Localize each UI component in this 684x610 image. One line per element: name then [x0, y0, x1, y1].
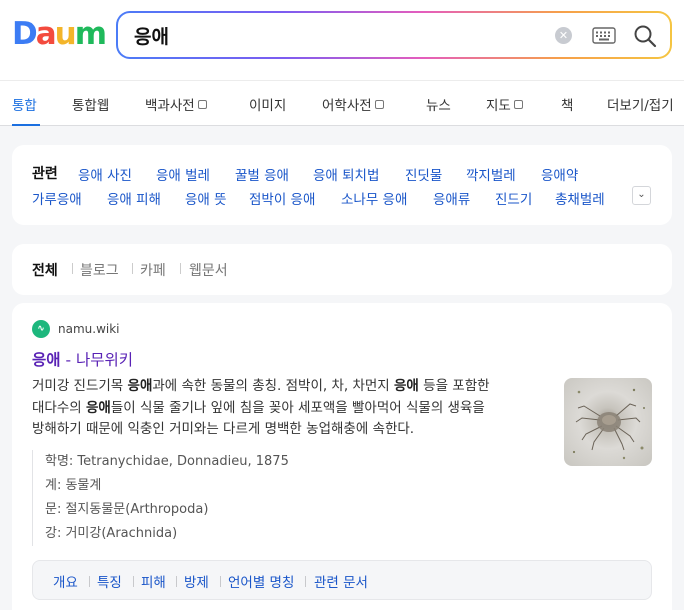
related-link[interactable]: 점박이 응애: [249, 188, 315, 208]
related-link[interactable]: 응애 뜻: [185, 188, 227, 208]
result-filter-card: 전체 블로그 카페 웹문서: [12, 244, 672, 295]
related-link[interactable]: 진드기: [495, 188, 532, 208]
related-link[interactable]: 총채벌레: [555, 188, 605, 208]
section-link-overview[interactable]: 개요: [53, 571, 78, 591]
result-thumbnail[interactable]: [564, 378, 652, 466]
divider: [89, 576, 90, 587]
search-result-card: ∿ namu.wiki 응애 - 나무위키 거미강 진드기목 응애과에 속한 동…: [12, 303, 672, 610]
related-link[interactable]: 응애 사진: [78, 164, 132, 184]
related-link[interactable]: 응애약: [541, 164, 578, 184]
related-link[interactable]: 응애 벌레: [156, 164, 210, 184]
tab-encyclopedia[interactable]: 백과사전: [145, 94, 207, 114]
result-description: 거미강 진드기목 응애과에 속한 동물의 총칭. 점박이, 차, 차먼지 응애 …: [32, 378, 490, 437]
divider: [72, 263, 73, 274]
info-row: 계: 동물계: [45, 478, 102, 493]
external-box-icon: [197, 99, 207, 109]
tab-map[interactable]: 지도: [486, 94, 523, 114]
external-box-icon: [374, 99, 384, 109]
related-link[interactable]: 가루응애: [32, 188, 82, 208]
taxonomy-info: 학명: Tetranychidae, Donnadieu, 1875 계: 동물…: [32, 450, 532, 546]
result-title-link[interactable]: 응애 - 나무위키: [32, 348, 133, 370]
info-row: 학명: Tetranychidae, Donnadieu, 1875: [45, 454, 289, 469]
filter-webdoc[interactable]: 웹문서: [189, 260, 228, 280]
filter-blog[interactable]: 블로그: [80, 260, 119, 280]
filter-all[interactable]: 전체: [32, 260, 58, 280]
section-link-control[interactable]: 방제: [184, 571, 209, 591]
related-title: 관련: [32, 166, 58, 182]
search-icon[interactable]: [633, 24, 657, 48]
search-input[interactable]: [134, 22, 534, 48]
related-link[interactable]: 응애류: [433, 188, 470, 208]
related-link[interactable]: 소나무 응애: [341, 188, 407, 208]
site-name: namu.wiki: [58, 322, 120, 336]
external-box-icon: [513, 99, 523, 109]
divider: [305, 576, 306, 587]
active-tab-indicator: [12, 124, 40, 126]
related-searches-card: 관련 응애 사진 응애 벌레 꿀벌 응애 응애 퇴치법 진딧물 깍지벌레 응애약…: [12, 145, 672, 225]
keyboard-icon[interactable]: [592, 27, 616, 44]
daum-logo[interactable]: Daum: [12, 19, 107, 50]
divider: [220, 576, 221, 587]
related-link[interactable]: 진딧물: [405, 164, 442, 184]
info-row: 강: 거미강(Arachnida): [45, 526, 178, 541]
filter-cafe[interactable]: 카페: [140, 260, 166, 280]
search-box: ✕: [116, 11, 672, 59]
chevron-down-icon[interactable]: ⌄: [632, 186, 651, 205]
related-link[interactable]: 깍지벌레: [466, 164, 516, 184]
result-source[interactable]: ∿ namu.wiki: [32, 320, 120, 338]
related-link[interactable]: 응애 피해: [107, 188, 161, 208]
section-link-names[interactable]: 언어별 명칭: [228, 571, 294, 591]
namu-wiki-icon: ∿: [32, 320, 50, 338]
related-link[interactable]: 꿀벌 응애: [235, 164, 289, 184]
search-tabs: 통합 통합웹 백과사전 이미지 어학사전 뉴스 지도 책 더보기/접기: [0, 80, 684, 126]
related-link[interactable]: 응애 퇴치법: [313, 164, 379, 184]
section-links: 개요 특징 피해 방제 언어별 명칭 관련 문서: [32, 560, 652, 600]
tab-dictionary[interactable]: 어학사전: [322, 94, 384, 114]
tab-more[interactable]: 더보기/접기: [607, 94, 674, 114]
info-row: 문: 절지동물문(Arthropoda): [45, 502, 209, 517]
tab-images[interactable]: 이미지: [249, 94, 286, 114]
section-link-related[interactable]: 관련 문서: [314, 571, 368, 591]
section-link-damage[interactable]: 피해: [141, 571, 166, 591]
divider: [133, 576, 134, 587]
section-link-features[interactable]: 특징: [97, 571, 122, 591]
clear-icon[interactable]: ✕: [555, 27, 572, 44]
tab-books[interactable]: 책: [561, 94, 573, 114]
divider: [176, 576, 177, 587]
tab-web[interactable]: 통합웹: [72, 94, 109, 114]
tab-integrated[interactable]: 통합: [12, 94, 37, 114]
header: Daum ✕: [0, 0, 684, 80]
divider: [180, 263, 181, 274]
tab-news[interactable]: 뉴스: [426, 94, 451, 114]
divider: [132, 263, 133, 274]
